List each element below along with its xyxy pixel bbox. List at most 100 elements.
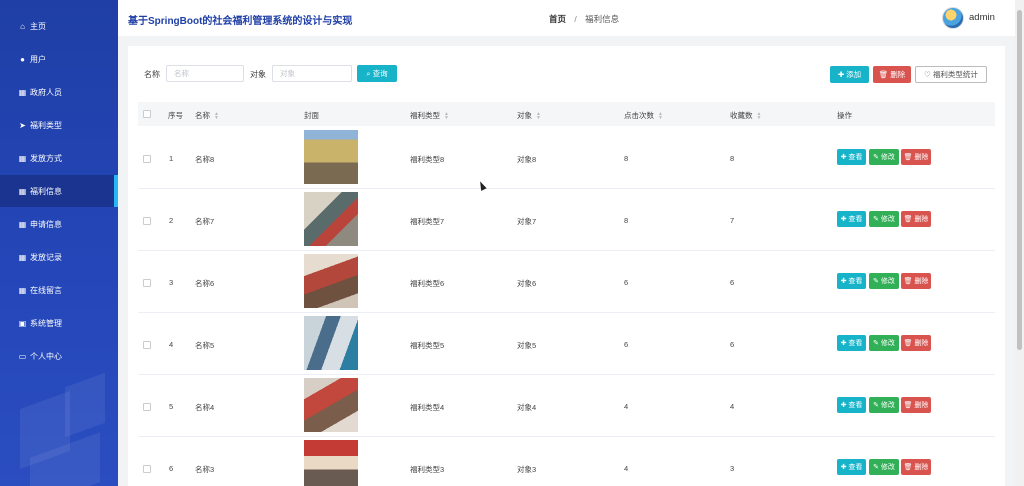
sidebar-item[interactable]: ▦ 申请信息 xyxy=(0,208,118,240)
target-label: 对象 xyxy=(250,70,266,79)
row-name: 名称3 xyxy=(195,465,215,474)
trash-icon: 🗑 xyxy=(903,154,913,161)
sidebar-item-label: 发放方式 xyxy=(30,153,62,163)
row-checkbox[interactable] xyxy=(143,403,151,411)
row-type: 福利类型8 xyxy=(410,155,445,164)
sidebar-item[interactable]: ▦ 发放记录 xyxy=(0,241,118,273)
col-favorites[interactable]: 收藏数 ▲ ▼ xyxy=(730,110,761,121)
edit-button[interactable]: ✎ 修改 xyxy=(869,273,899,289)
cover-image[interactable] xyxy=(304,254,358,308)
sidebar-item[interactable]: ▣ 系统管理 xyxy=(0,307,118,339)
sidebar-item-label: 在线留言 xyxy=(30,285,62,295)
row-index: 5 xyxy=(169,402,174,411)
view-button[interactable]: ✚ 查看 xyxy=(837,149,866,165)
edit-label: 修改 xyxy=(880,402,895,409)
delete-button[interactable]: 🗑 删除 xyxy=(901,149,931,165)
sidebar: ⌂ 主页 ● 用户 ▦ 政府人员 ➤ 福利类型 ▦ 发放方式 ▦ 福利信息 ▦ 申请信息 ▦ 发放记录 ▦ 在线留… xyxy=(0,0,118,486)
sidebar-item-label: 个人中心 xyxy=(30,351,62,361)
edit-button[interactable]: ✎ 修改 xyxy=(869,211,899,227)
row-target: 对象7 xyxy=(517,217,537,226)
view-button[interactable]: ✚ 查看 xyxy=(837,211,866,227)
sort-icon: ▲ ▼ xyxy=(756,111,762,122)
cover-image[interactable] xyxy=(304,192,358,246)
row-favorites: 8 xyxy=(730,154,735,163)
location-pin-icon: ● xyxy=(20,54,25,64)
scrollbar-thumb[interactable] xyxy=(1017,10,1022,350)
type-stats-button[interactable]: ♡ 福利类型统计 xyxy=(915,66,987,83)
col-cover: 封面 xyxy=(304,111,319,120)
username[interactable]: admin xyxy=(969,12,995,23)
edit-button[interactable]: ✎ 修改 xyxy=(869,459,899,475)
edit-icon: ✎ xyxy=(873,216,879,223)
sidebar-item[interactable]: ▦ 发放方式 xyxy=(0,142,118,174)
trash-icon: 🗑 xyxy=(903,278,913,285)
col-type[interactable]: 福利类型 ▲ ▼ xyxy=(410,110,449,121)
sidebar-item[interactable]: ➤ 福利类型 xyxy=(0,109,118,141)
view-label: 查看 xyxy=(848,216,863,223)
view-button[interactable]: ✚ 查看 xyxy=(837,397,866,413)
add-button[interactable]: ✚ 添加 xyxy=(830,66,869,83)
query-button[interactable]: ⌕ 查询 xyxy=(357,65,397,82)
row-target: 对象5 xyxy=(517,341,537,350)
cover-image[interactable] xyxy=(304,316,358,370)
breadcrumb-separator: / xyxy=(574,14,577,24)
cover-image[interactable] xyxy=(304,440,358,486)
row-favorites: 6 xyxy=(730,340,735,349)
row-checkbox[interactable] xyxy=(143,217,151,225)
row-clicks: 4 xyxy=(624,402,629,411)
row-clicks: 8 xyxy=(624,216,629,225)
breadcrumb: 首页 / 福利信息 xyxy=(549,13,619,25)
page-scrollbar[interactable] xyxy=(1015,0,1024,486)
delete-button[interactable]: 🗑 删除 xyxy=(901,273,931,289)
col-target[interactable]: 对象 ▲ ▼ xyxy=(517,110,541,121)
row-target: 对象8 xyxy=(517,155,537,164)
delete-button[interactable]: 🗑 删除 xyxy=(901,397,931,413)
edit-button[interactable]: ✎ 修改 xyxy=(869,149,899,165)
sidebar-item[interactable]: ▦ 在线留言 xyxy=(0,274,118,306)
view-button[interactable]: ✚ 查看 xyxy=(837,335,866,351)
row-name: 名称7 xyxy=(195,217,215,226)
delete-button[interactable]: 🗑 删除 xyxy=(901,459,931,475)
sidebar-item[interactable]: ● 用户 xyxy=(0,43,118,75)
row-favorites: 3 xyxy=(730,464,735,473)
table-header: 序号 名称 ▲ ▼ 封面 福利类型 ▲ ▼ 对象 ▲ ▼ 点击次数 ▲ ▼ 收藏数 ▲ ▼ 操作 xyxy=(138,102,995,126)
breadcrumb-home[interactable]: 首页 xyxy=(549,14,566,24)
view-button[interactable]: ✚ 查看 xyxy=(837,273,866,289)
batch-delete-button[interactable]: 🗑 删除 xyxy=(873,66,911,83)
sidebar-item[interactable]: ▭ 个人中心 xyxy=(0,340,118,372)
edit-icon: ✎ xyxy=(873,340,879,347)
cover-image[interactable] xyxy=(304,378,358,432)
delete-label: 删除 xyxy=(914,402,929,409)
clipboard-icon: ▣ xyxy=(18,318,27,328)
row-checkbox[interactable] xyxy=(143,279,151,287)
sidebar-item[interactable]: ▦ 政府人员 xyxy=(0,76,118,108)
col-name[interactable]: 名称 ▲ ▼ xyxy=(195,110,219,121)
edit-button[interactable]: ✎ 修改 xyxy=(869,397,899,413)
sidebar-item-label: 福利信息 xyxy=(30,186,62,196)
row-checkbox[interactable] xyxy=(143,155,151,163)
row-index: 4 xyxy=(169,340,174,349)
delete-button[interactable]: 🗑 删除 xyxy=(901,211,931,227)
edit-button[interactable]: ✎ 修改 xyxy=(869,335,899,351)
id-card-icon: ▭ xyxy=(18,351,27,361)
plus-icon: ✚ xyxy=(840,154,847,161)
avatar[interactable] xyxy=(942,7,964,29)
sidebar-item[interactable]: ▦ 福利信息 xyxy=(0,175,118,207)
trash-icon: 🗑 xyxy=(903,402,913,409)
view-button[interactable]: ✚ 查看 xyxy=(837,459,866,475)
delete-label: 删除 xyxy=(914,340,929,347)
sort-icon: ▲ ▼ xyxy=(444,111,449,122)
target-search-input[interactable] xyxy=(272,65,352,82)
delete-button[interactable]: 🗑 删除 xyxy=(901,335,931,351)
row-checkbox[interactable] xyxy=(143,465,151,473)
col-actions: 操作 xyxy=(837,111,852,120)
row-checkbox[interactable] xyxy=(143,341,151,349)
col-clicks[interactable]: 点击次数 ▲ ▼ xyxy=(624,110,663,121)
cover-image[interactable] xyxy=(304,130,358,184)
system-title: 基于SpringBoot的社会福利管理系统的设计与实现 xyxy=(128,16,353,27)
name-search-input[interactable] xyxy=(166,65,244,82)
sidebar-item-label: 用户 xyxy=(30,54,46,64)
sidebar-item[interactable]: ⌂ 主页 xyxy=(0,10,118,42)
select-all-checkbox[interactable] xyxy=(143,110,151,118)
plus-icon: ✚ xyxy=(840,216,847,223)
